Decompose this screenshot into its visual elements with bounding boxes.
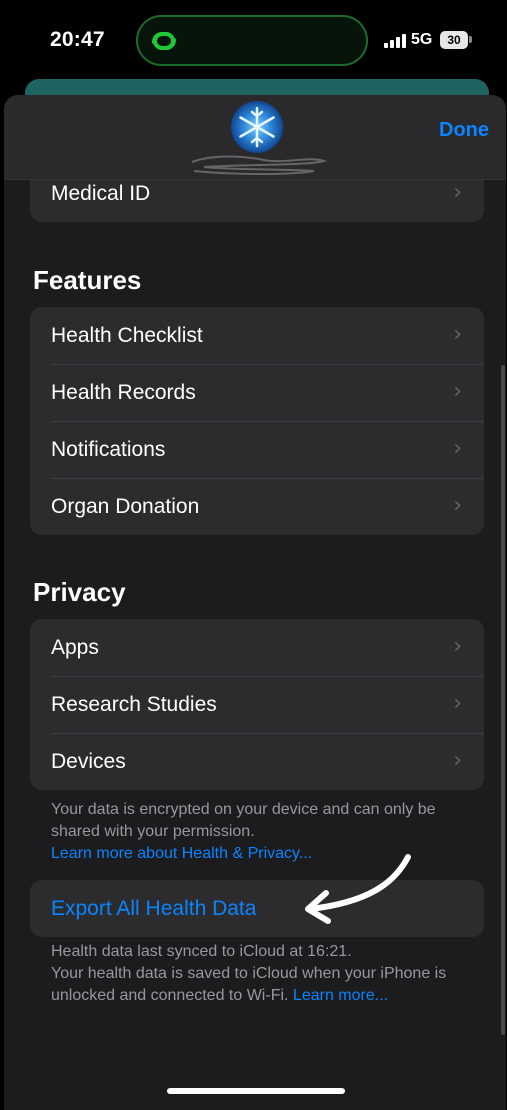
chevron-right-icon: › — [453, 322, 462, 347]
row-label: Devices — [51, 750, 126, 773]
features-group: Health Checklist › Health Records › Noti… — [30, 307, 484, 535]
privacy-row-apps[interactable]: Apps › — [30, 619, 484, 676]
redacted-name-scribble — [191, 155, 328, 176]
features-row-notifications[interactable]: Notifications › — [30, 421, 484, 478]
sync-learn-more-link[interactable]: Learn more... — [293, 987, 388, 1004]
signal-bars-icon — [384, 34, 406, 48]
privacy-learn-more-link[interactable]: Learn more about Health & Privacy... — [51, 845, 312, 862]
sheet-header: Done — [4, 95, 506, 180]
snowflake-icon — [239, 106, 275, 148]
features-title: Features — [33, 265, 142, 295]
status-time: 20:47 — [50, 28, 105, 51]
profile-sheet: Done Medical ID › Features Health Checkl… — [4, 95, 506, 1110]
snowflake-avatar[interactable] — [231, 101, 283, 153]
scrollbar[interactable] — [501, 365, 505, 1035]
row-label: Apps — [51, 636, 99, 659]
privacy-title: Privacy — [33, 577, 126, 607]
dynamic-island[interactable] — [136, 15, 368, 66]
annotation-arrow-icon — [305, 854, 411, 924]
features-row-health-checklist[interactable]: Health Checklist › — [30, 307, 484, 364]
row-label: Health Records — [51, 381, 196, 404]
chevron-right-icon: › — [453, 691, 462, 716]
status-bar: 20:47 5G 30 — [0, 0, 507, 80]
sync-footnote: Health data last synced to iCloud at 16:… — [51, 941, 471, 1007]
row-label: Organ Donation — [51, 495, 200, 518]
chevron-right-icon: › — [453, 436, 462, 461]
features-row-health-records[interactable]: Health Records › — [30, 364, 484, 421]
chevron-right-icon: › — [453, 634, 462, 659]
features-row-organ-donation[interactable]: Organ Donation › — [30, 478, 484, 535]
link-rings-icon — [152, 32, 176, 50]
battery-cap — [469, 36, 472, 43]
done-button[interactable]: Done — [439, 119, 489, 142]
privacy-row-research-studies[interactable]: Research Studies › — [30, 676, 484, 733]
chevron-right-icon: › — [453, 493, 462, 518]
row-label: Health Checklist — [51, 324, 203, 347]
privacy-footnote-text: Your data is encrypted on your device an… — [51, 801, 436, 840]
network-type: 5G — [411, 31, 433, 48]
export-label: Export All Health Data — [51, 897, 257, 920]
home-indicator[interactable] — [167, 1088, 345, 1094]
chevron-right-icon: › — [453, 379, 462, 404]
chevron-right-icon: › — [453, 748, 462, 773]
battery-icon: 30 — [440, 31, 468, 49]
row-label: Notifications — [51, 438, 166, 461]
sync-footnote-line1: Health data last synced to iCloud at 16:… — [51, 943, 352, 960]
privacy-row-devices[interactable]: Devices › — [30, 733, 484, 790]
row-label: Research Studies — [51, 693, 217, 716]
medical-id-label: Medical ID — [51, 182, 151, 205]
sheet-content: Medical ID › Features Health Checklist ›… — [4, 95, 506, 1110]
privacy-group: Apps › Research Studies › Devices › — [30, 619, 484, 790]
